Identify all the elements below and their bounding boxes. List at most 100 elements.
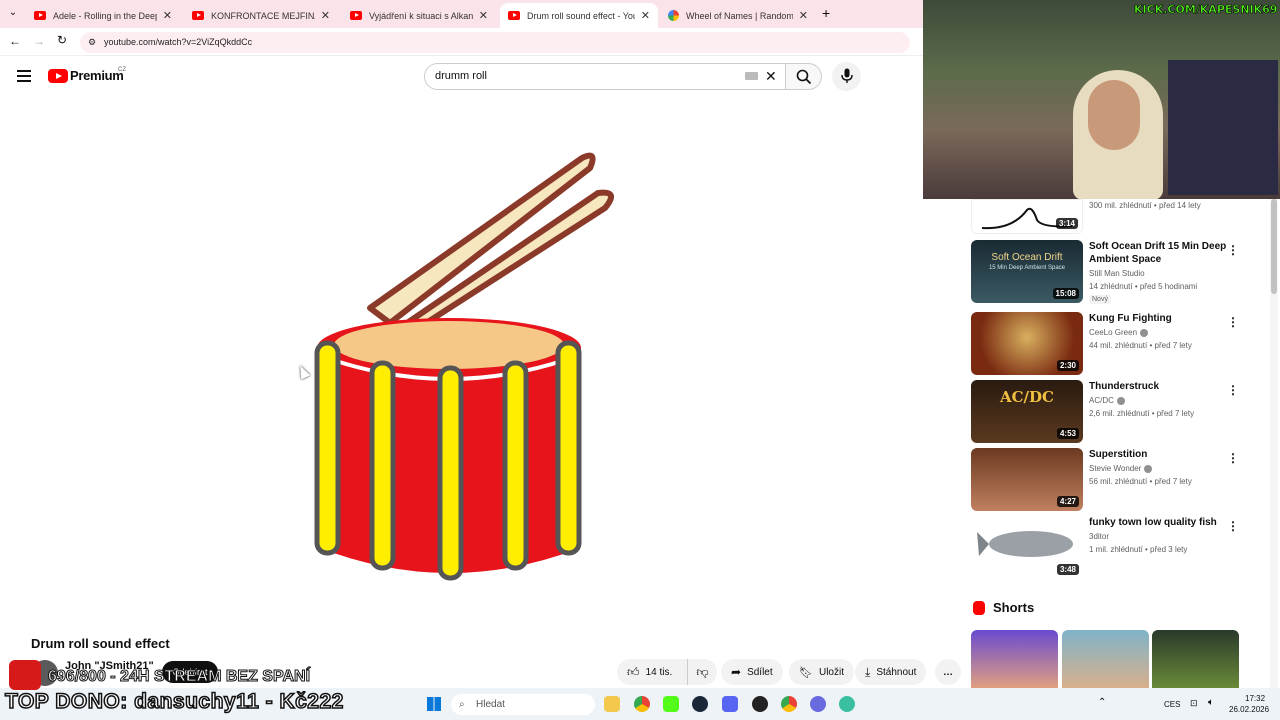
bookmark-icon: 🔖︎ bbox=[799, 666, 813, 679]
list-item[interactable]: 4:27 Superstition Stevie Wonder 56 mil. … bbox=[971, 448, 1261, 511]
obs-icon[interactable] bbox=[752, 696, 768, 712]
url-field[interactable]: ⚙ youtube.com/watch?v=2ViZqQkddCc bbox=[80, 32, 910, 53]
thumbnail-logo: AC/DC bbox=[999, 388, 1054, 406]
dislike-button[interactable]: 👎︎ bbox=[687, 659, 717, 685]
back-icon[interactable]: ← bbox=[9, 34, 21, 48]
browser-tab[interactable]: KONFRONTACE MEJFINA - YouT ✕ bbox=[184, 3, 338, 28]
webcam-overlay bbox=[923, 0, 1280, 199]
list-item[interactable]: AC/DC 4:53 Thunderstruck AC/DC 2,6 mil. … bbox=[971, 380, 1261, 443]
close-tab-icon[interactable]: ✕ bbox=[163, 9, 172, 22]
network-icon[interactable]: ⊡ bbox=[1190, 698, 1198, 709]
settings-icon[interactable] bbox=[810, 696, 826, 712]
list-item[interactable]: 3:48 funky town low quality fish 3ditor … bbox=[971, 516, 1261, 579]
browser-tab-bar: ⌄ Adele - Rolling in the Deep (Offi ✕ KO… bbox=[0, 0, 923, 28]
voice-search-button[interactable] bbox=[832, 62, 861, 91]
youtube-logo-icon[interactable] bbox=[48, 69, 68, 83]
streamer-head bbox=[1088, 80, 1140, 150]
download-icon: ⤓ bbox=[865, 664, 871, 679]
top-donation-banner: TOP DONO: dansuchy11 - Kč222 bbox=[4, 689, 344, 714]
close-tab-icon[interactable]: ✕ bbox=[641, 9, 650, 22]
verified-icon bbox=[1116, 396, 1125, 405]
tab-list-dropdown-icon[interactable]: ⌄ bbox=[6, 7, 20, 21]
video-thumbnail[interactable]: 4:27 bbox=[971, 448, 1083, 511]
new-tab-button[interactable]: + bbox=[822, 5, 830, 21]
browser-tab[interactable]: Adele - Rolling in the Deep (Offi ✕ bbox=[26, 3, 180, 28]
address-bar-row: ← → ↻ ⚙ youtube.com/watch?v=2ViZqQkddCc bbox=[0, 28, 923, 56]
drum-illustration bbox=[314, 152, 615, 581]
tray-expand-icon[interactable]: ⌃ bbox=[1098, 697, 1106, 708]
forward-icon[interactable]: → bbox=[33, 34, 45, 48]
browser-tab[interactable]: Vyjádření k situaci s Alkanem. ✕ bbox=[342, 3, 496, 28]
site-info-icon[interactable]: ⚙ bbox=[88, 32, 96, 53]
list-item[interactable]: Soft Ocean Drift 15 Min Deep Ambient Spa… bbox=[971, 240, 1261, 306]
chrome-icon[interactable] bbox=[634, 696, 650, 712]
more-options-icon[interactable]: ⋮ bbox=[1227, 383, 1239, 397]
wheel-icon bbox=[668, 10, 679, 21]
close-tab-icon[interactable]: ✕ bbox=[479, 9, 488, 22]
search-button[interactable] bbox=[786, 63, 822, 90]
search-icon: ⌕ bbox=[459, 699, 465, 710]
list-item[interactable]: 2:30 Kung Fu Fighting CeeLo Green 44 mil… bbox=[971, 312, 1261, 375]
subgoal-counter: 696/800 - 24H STREAM BEZ SPANÍ bbox=[47, 668, 311, 686]
browser-tab-active[interactable]: Drum roll sound effect - YouTu ✕ bbox=[500, 3, 658, 28]
share-button[interactable]: ➦ Sdílet bbox=[721, 659, 783, 685]
steam-icon[interactable] bbox=[692, 696, 708, 712]
close-tab-icon[interactable]: ✕ bbox=[799, 9, 808, 22]
video-thumbnail[interactable]: Soft Ocean Drift 15 Min Deep Ambient Spa… bbox=[971, 240, 1083, 303]
more-options-icon[interactable]: ⋮ bbox=[1227, 451, 1239, 465]
kick-icon[interactable] bbox=[663, 696, 679, 712]
video-thumbnail[interactable]: AC/DC 4:53 bbox=[971, 380, 1083, 443]
taskbar-search[interactable]: ⌕ Hledat bbox=[451, 694, 595, 715]
youtube-icon bbox=[508, 11, 520, 20]
reload-icon[interactable]: ↻ bbox=[57, 33, 67, 47]
video-title: Drum roll sound effect bbox=[31, 636, 170, 651]
alert-avatar-icon bbox=[9, 660, 41, 690]
list-item[interactable]: 3:14 300 mil. zhlédnutí • před 14 lety bbox=[971, 199, 1261, 235]
like-button[interactable]: 👍︎ 14 tis. bbox=[617, 659, 687, 685]
browser-tab[interactable]: Wheel of Names | Random nam ✕ bbox=[660, 3, 816, 28]
thumbnail-title: Soft Ocean Drift bbox=[991, 252, 1063, 263]
more-options-icon[interactable]: ⋮ bbox=[1227, 243, 1239, 257]
short-thumbnail[interactable] bbox=[971, 630, 1058, 688]
poster bbox=[1168, 60, 1278, 195]
download-button[interactable]: ⤓ Stáhnout bbox=[855, 659, 927, 685]
youtube-icon bbox=[34, 11, 46, 20]
verified-icon bbox=[1144, 464, 1153, 473]
logo-region: CZ bbox=[118, 67, 126, 73]
video-player[interactable] bbox=[0, 98, 923, 625]
video-thumbnail[interactable]: 3:48 bbox=[971, 516, 1083, 579]
scrollbar[interactable] bbox=[1270, 199, 1278, 688]
search-icon bbox=[796, 69, 812, 85]
share-icon: ➦ bbox=[731, 665, 742, 679]
new-badge: Nový bbox=[1089, 295, 1111, 304]
shorts-heading: Shorts bbox=[993, 600, 1035, 615]
thumbs-down-icon: 👎︎ bbox=[696, 664, 709, 679]
language-indicator[interactable]: CES bbox=[1164, 700, 1180, 709]
discord-icon[interactable] bbox=[722, 696, 738, 712]
file-explorer-icon[interactable] bbox=[604, 696, 620, 712]
more-options-icon[interactable]: ⋮ bbox=[1227, 519, 1239, 533]
app-icon[interactable] bbox=[839, 696, 855, 712]
chrome-profile-icon[interactable] bbox=[781, 696, 797, 712]
keyboard-icon[interactable] bbox=[745, 72, 758, 80]
short-thumbnail[interactable] bbox=[1152, 630, 1239, 688]
video-thumbnail[interactable]: 2:30 bbox=[971, 312, 1083, 375]
clock-time[interactable]: 17:32 bbox=[1245, 694, 1265, 703]
short-thumbnail[interactable] bbox=[1062, 630, 1149, 688]
video-thumbnail[interactable]: 3:14 bbox=[971, 199, 1083, 234]
clock-date[interactable]: 26.02.2026 bbox=[1229, 705, 1269, 714]
kick-channel-tag: KICK.COM/KAPESNIK69 bbox=[1134, 3, 1278, 17]
more-actions-button[interactable]: … bbox=[935, 659, 961, 685]
scrollbar-thumb[interactable] bbox=[1271, 199, 1277, 294]
menu-icon[interactable] bbox=[17, 70, 31, 82]
shorts-icon bbox=[973, 601, 985, 615]
thumbnail-subtitle: 15 Min Deep Ambient Space bbox=[988, 265, 1066, 271]
volume-icon[interactable]: 🔈︎ bbox=[1208, 697, 1214, 708]
search-input[interactable]: drumm roll ✕ bbox=[424, 63, 786, 90]
windows-start-icon[interactable] bbox=[427, 697, 441, 711]
clear-search-icon[interactable]: ✕ bbox=[765, 64, 777, 89]
more-options-icon[interactable]: ⋮ bbox=[1227, 315, 1239, 329]
thumbs-up-icon: 👍︎ bbox=[627, 664, 640, 679]
close-tab-icon[interactable]: ✕ bbox=[321, 9, 330, 22]
save-button[interactable]: 🔖︎ Uložit bbox=[789, 659, 854, 685]
